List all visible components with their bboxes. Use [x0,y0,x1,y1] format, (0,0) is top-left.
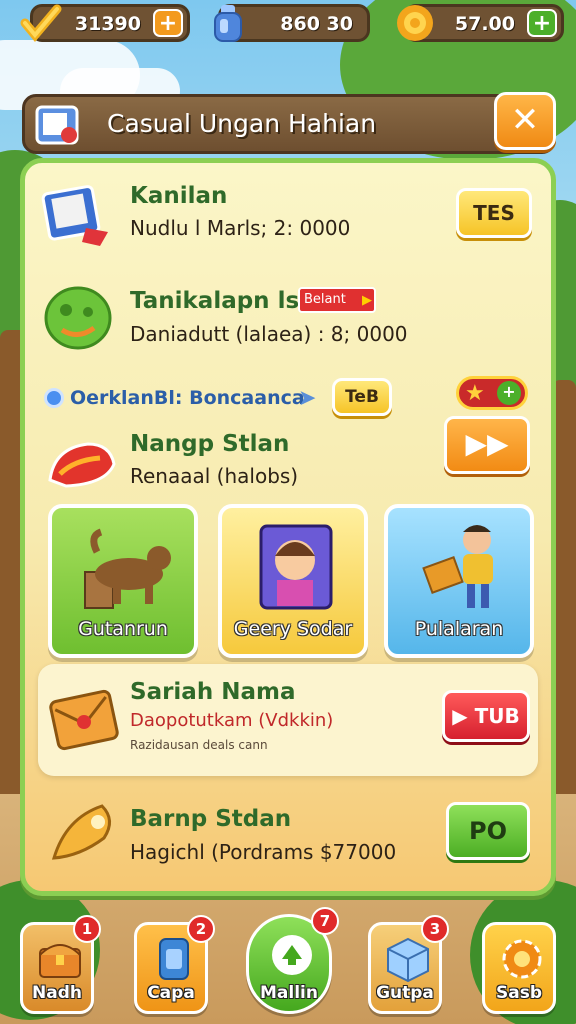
chest-icon [39,944,81,978]
nav-label: Sasb [495,983,542,1003]
tes-button[interactable]: TES [456,188,532,238]
row-subtitle-tanikalapn: Daniadutt (lalaea) : 8; 0000 [130,322,408,346]
belant-tag[interactable]: Belant ▶ [298,287,376,313]
feature-subtitle: Daopotutkam (Vdkkin) [130,710,334,731]
resource-potions: 860 30 [214,4,370,42]
card-pulalaran[interactable]: Pulalaran [384,504,534,658]
checkmark-icon [20,4,62,42]
nav-label: Gutpa [376,983,434,1003]
card-label: Geery Sodar [233,618,353,640]
star-plus-button[interactable]: ★ + [456,376,528,410]
star-icon: ★ [465,381,485,406]
nav-label: Capa [147,983,195,1003]
card-label: Gutanrun [78,618,168,640]
plus-icon: + [497,381,521,405]
nav-badge: 3 [421,915,449,943]
card-gutanrun[interactable]: Gutanrun [48,504,198,658]
settings-icon [502,939,542,979]
info-dot-icon [44,388,64,408]
resource-bar: 31390 + 860 30 57.00 + [0,0,576,48]
nav-badge: 7 [311,907,339,935]
gems-value: 57.00 [454,13,515,35]
dog-icon [84,528,171,609]
coins-value: 31390 [74,13,141,35]
cube-icon [387,937,429,983]
worker-icon [422,525,493,608]
row-subtitle-kanilan: Nudlu l Marls; 2: 0000 [130,216,351,240]
nav-item-gutpa[interactable]: 3 Gutpa [368,915,449,1014]
nav-label: Nadh [32,983,82,1003]
green-blob-icon [44,286,112,350]
resource-coins: 31390 + [20,4,190,42]
feature-play-button[interactable]: ▶ TUB [442,690,530,742]
nav-item-mallin[interactable]: 7 Mallin [246,907,339,1014]
feature-note: Razidausan deals cann [130,738,268,752]
potion-bottle-icon [214,5,242,42]
nav-item-sasb[interactable]: Sasb [482,922,556,1014]
bottom-row-title: Barnp Stdan [130,806,292,832]
card-geery-sodar[interactable]: Geery Sodar [218,504,368,658]
rocket-icon [51,804,111,860]
page-title: Casual Ungan Hahian [107,109,377,138]
fast-forward-button[interactable]: ▶▶ [444,416,530,474]
row-subtitle-nangp: Renaaal (halobs) [130,464,299,488]
feature-title: Sariah Nama [130,679,296,705]
envelope-icon [49,689,119,751]
card-icon [159,938,189,980]
book-icon [41,185,108,246]
card-label: Pulalaran [414,618,504,640]
row-title-nangp: Nangp Stlan [130,431,290,457]
info-bar-text: OerklanBl: Boncaanca [70,387,305,409]
home-icon [272,935,312,975]
close-button[interactable]: ✕ [494,92,556,150]
sun-gear-icon [397,5,433,41]
nav-badge: 2 [187,915,215,943]
play-arrow-icon: ▶ [362,293,372,308]
bottom-row-subtitle: Hagichl (Pordrams $77000 [130,840,397,864]
quest-book-icon [35,105,79,145]
arrow-icon: ➤ [298,386,317,411]
add-gems-button[interactable]: + [527,9,557,37]
nav-item-capa[interactable]: 2 Capa [134,915,215,1014]
potions-value: 860 30 [280,13,353,35]
nav-label: Mallin [260,983,318,1003]
row-title-tanikalapn: Tanikalapn lsn [130,288,316,314]
belant-tag-label: Belant [304,292,346,307]
bell-icon [48,442,116,488]
panel-header: Casual Ungan Hahian [22,94,556,154]
portrait-icon [259,524,333,610]
nav-item-nadh[interactable]: 1 Nadh [20,915,101,1014]
po-button[interactable]: PO [446,802,530,860]
teb-badge[interactable]: TeB [332,378,392,416]
nav-badge: 1 [73,915,101,943]
resource-gems: 57.00 + [397,4,564,42]
row-title-kanilan: Kanilan [130,183,228,209]
add-coins-button[interactable]: + [153,9,183,37]
